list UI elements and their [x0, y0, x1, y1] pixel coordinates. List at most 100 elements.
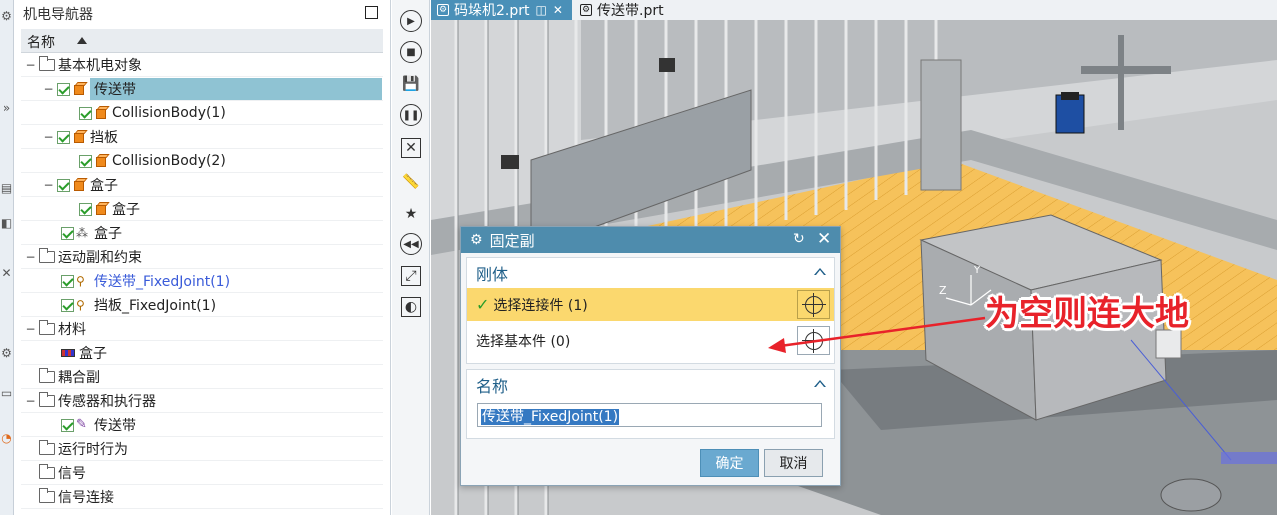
column-header-name: 名称 — [27, 35, 55, 51]
resource-icon[interactable]: » — [0, 100, 13, 116]
visibility-checkbox[interactable] — [79, 154, 92, 168]
visibility-checkbox[interactable] — [57, 130, 70, 144]
collapse-icon[interactable]: − — [43, 82, 54, 96]
resource-icon[interactable]: ⚙ — [0, 8, 13, 24]
part-file-icon: ⚙ — [580, 4, 592, 16]
sort-ascending-icon — [77, 37, 87, 44]
ok-button[interactable]: 确定 — [700, 449, 759, 477]
resource-bar: ⚙ » ▤ ◧ ✕ ⚙ ▭ ◔ — [0, 0, 14, 515]
dialog-titlebar[interactable]: ⚙ 固定副 ↻ ✕ — [461, 227, 840, 253]
tree-row[interactable]: CollisionBody(1) — [21, 101, 383, 125]
tree-row[interactable]: − 运动副和约束 — [21, 245, 383, 269]
folder-icon — [39, 440, 55, 455]
tree-row[interactable]: 盒子 — [21, 197, 383, 221]
resource-icon[interactable]: ✕ — [0, 265, 13, 281]
rigid-body-group-header[interactable]: 刚体 — [467, 258, 834, 288]
rigid-body-icon — [72, 82, 88, 96]
group-title: 名称 — [476, 377, 509, 396]
joint-name-field[interactable]: 传送带_FixedJoint(1) — [477, 403, 822, 427]
tree-row[interactable]: 盒子 — [21, 341, 383, 365]
tab-part[interactable]: ⚙ 传送带.prt — [574, 0, 699, 20]
visibility-checkbox[interactable] — [79, 202, 92, 216]
annotation-text: 为空则连大地 — [985, 294, 1189, 334]
app-window: ⚙ » ▤ ◧ ✕ ⚙ ▭ ◔ 机电导航器 名称 − 基本机电对象 − 传送带 Co… — [0, 0, 1277, 515]
section-view-icon[interactable]: ◐ — [401, 297, 421, 317]
tree-row-selected[interactable]: − 传送带 — [21, 77, 383, 101]
tree-label: 信号连接 — [58, 490, 114, 506]
resource-icon[interactable]: ◔ — [0, 430, 13, 446]
tree-label: CollisionBody(2) — [112, 153, 226, 169]
collapse-chevron-icon[interactable] — [814, 380, 826, 387]
check-icon: ✓ — [476, 295, 490, 314]
pin-icon[interactable]: ◫ — [536, 3, 547, 17]
collapse-icon[interactable]: − — [25, 58, 36, 72]
collapse-icon[interactable]: − — [25, 322, 36, 336]
stop-icon[interactable]: ■ — [400, 41, 422, 63]
play-icon[interactable]: ▶ — [400, 10, 422, 32]
rigid-body-icon — [72, 178, 88, 192]
rewind-icon[interactable]: ◀◀ — [400, 233, 422, 255]
visibility-checkbox[interactable] — [61, 298, 74, 312]
visibility-checkbox[interactable] — [61, 226, 74, 240]
tree-label: 耦合副 — [58, 370, 100, 386]
tree-row[interactable]: 信号连接 — [21, 485, 383, 509]
resource-icon[interactable]: ▤ — [0, 180, 13, 196]
resource-icon[interactable]: ◧ — [0, 215, 13, 231]
tree-label: 挡板_FixedJoint(1) — [94, 298, 217, 314]
folder-icon — [39, 488, 55, 503]
tree-row[interactable]: 信号 — [21, 461, 383, 485]
close-tab-icon[interactable]: ✕ — [553, 3, 563, 17]
folder-icon — [39, 464, 55, 479]
maximize-icon[interactable] — [365, 6, 378, 19]
tree-row[interactable]: ⚲ 挡板_FixedJoint(1) — [21, 293, 383, 317]
visibility-checkbox[interactable] — [57, 178, 70, 192]
collapse-icon[interactable]: − — [25, 250, 36, 264]
tree-label: 信号 — [58, 466, 86, 482]
tree-row[interactable]: − 材料 — [21, 317, 383, 341]
tree-row[interactable]: 运行时行为 — [21, 437, 383, 461]
resource-icon[interactable]: ⚙ — [0, 345, 13, 361]
folder-icon — [39, 56, 55, 71]
column-header[interactable]: 名称 — [21, 29, 383, 53]
star-icon[interactable]: ★ — [399, 202, 423, 226]
visibility-checkbox[interactable] — [61, 274, 74, 288]
simulation-toolbar: ▶ ■ 💾 ❚❚ ✕ 📏 ★ ◀◀ ⤢ ◐ — [392, 0, 430, 515]
close-icon[interactable]: ✕ — [817, 229, 831, 249]
tree-row[interactable]: ⚲ 传送带_FixedJoint(1) — [21, 269, 383, 293]
fit-view-icon[interactable]: ⤢ — [401, 266, 421, 286]
tree-row[interactable]: CollisionBody(2) — [21, 149, 383, 173]
tree-row[interactable]: − 传感器和执行器 — [21, 389, 383, 413]
select-base-label: 选择基本件 (0) — [476, 333, 571, 350]
ruler-icon[interactable]: 📏 — [399, 170, 423, 194]
cancel-button[interactable]: 取消 — [764, 449, 823, 477]
tree-row[interactable]: ✎ 传送带 — [21, 413, 383, 437]
tree-label: 盒子 — [79, 346, 107, 362]
navigator-title: 机电导航器 — [23, 7, 93, 23]
collapse-chevron-icon[interactable] — [814, 268, 826, 275]
tree-row[interactable]: ⁂ 盒子 — [21, 221, 383, 245]
visibility-checkbox[interactable] — [57, 82, 70, 96]
collapse-icon[interactable]: − — [43, 130, 54, 144]
speed-control-icon: ✎ — [76, 417, 87, 432]
cancel-box-icon[interactable]: ✕ — [401, 138, 421, 158]
dialog-title: 固定副 — [489, 231, 535, 250]
tab-active-part[interactable]: ⚙ 码垛机2.prt ◫ ✕ — [431, 0, 572, 20]
visibility-checkbox[interactable] — [79, 106, 92, 120]
tree-row[interactable]: − 基本机电对象 — [21, 53, 383, 77]
name-group-header[interactable]: 名称 — [467, 370, 834, 400]
tree-label: 盒子 — [90, 178, 118, 194]
resource-icon[interactable]: ▭ — [0, 385, 13, 401]
tab-label: 码垛机2.prt — [454, 3, 530, 19]
pause-icon[interactable]: ❚❚ — [400, 104, 422, 126]
tree-row[interactable]: − 盒子 — [21, 173, 383, 197]
collapse-icon[interactable]: − — [43, 178, 54, 192]
collapse-icon[interactable]: − — [25, 394, 36, 408]
reset-icon[interactable]: ↻ — [793, 231, 805, 247]
visibility-checkbox[interactable] — [61, 418, 74, 432]
tree-label: 传送带_FixedJoint(1) — [94, 274, 231, 290]
tree-row[interactable]: − 挡板 — [21, 125, 383, 149]
tab-label: 传送带.prt — [597, 3, 664, 19]
save-icon[interactable]: 💾 — [399, 72, 423, 96]
tree-label: 传送带 — [90, 78, 382, 100]
tree-row[interactable]: 耦合副 — [21, 365, 383, 389]
